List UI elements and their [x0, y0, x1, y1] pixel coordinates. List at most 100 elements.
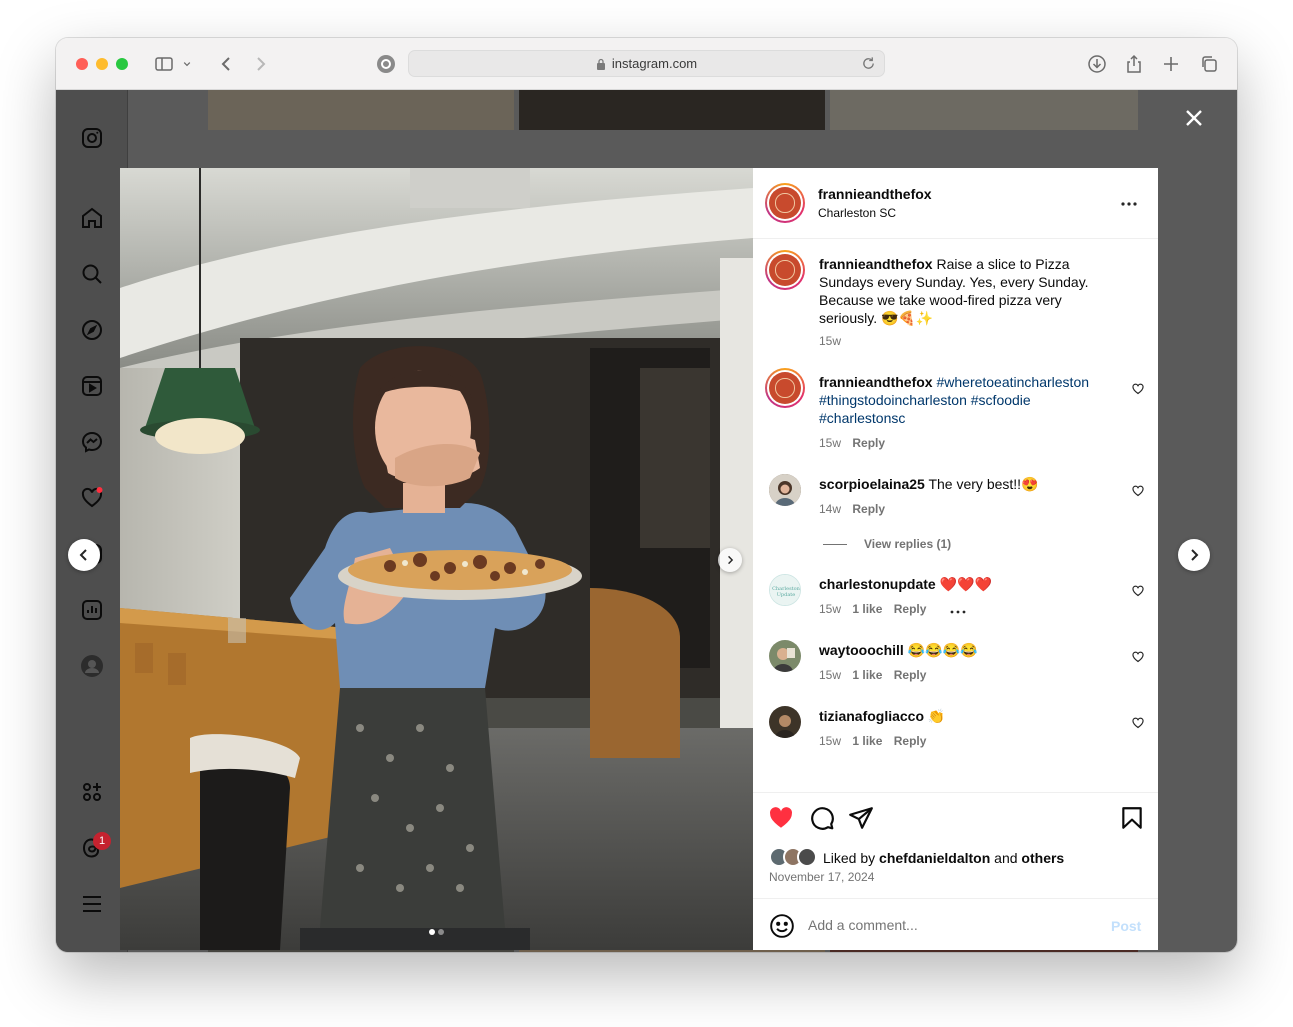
reels-icon[interactable]: [80, 374, 104, 398]
chevron-down-icon[interactable]: [180, 52, 194, 76]
comment-username[interactable]: waytooochill: [819, 642, 904, 658]
reply-button[interactable]: Reply: [894, 668, 927, 682]
download-icon[interactable]: [1085, 52, 1109, 76]
like-comment-heart-icon[interactable]: [1132, 716, 1144, 729]
more-options-icon[interactable]: [1119, 194, 1139, 214]
comment-likes[interactable]: 1 like: [852, 668, 882, 682]
liked-by-prefix: Liked by: [823, 850, 876, 866]
dashboard-icon[interactable]: [80, 598, 104, 622]
browser-toolbar: instagram.com: [56, 38, 1237, 90]
feed-tile: [208, 90, 514, 130]
tab-overview-icon[interactable]: [1197, 52, 1221, 76]
zoom-window-button[interactable]: [116, 58, 128, 70]
divider: [753, 792, 1158, 793]
like-comment-heart-icon[interactable]: [1132, 650, 1144, 663]
feed-tile: [830, 90, 1138, 130]
emoji-smiley-icon[interactable]: [769, 913, 794, 938]
carousel-next-button[interactable]: [718, 548, 742, 572]
comment-likes[interactable]: 1 like: [852, 602, 882, 616]
reload-icon[interactable]: [861, 56, 876, 71]
minimize-window-button[interactable]: [96, 58, 108, 70]
svg-text:Update: Update: [777, 592, 796, 598]
comment-avatar[interactable]: [769, 706, 801, 738]
liked-by-user[interactable]: chefdanieldalton: [879, 850, 990, 866]
reply-button[interactable]: Reply: [894, 734, 927, 748]
comment-username[interactable]: scorpioelaina25: [819, 476, 925, 492]
liked-heart-icon[interactable]: [768, 805, 794, 831]
comment-options-icon[interactable]: [949, 604, 967, 614]
comment-username[interactable]: frannieandthefox: [819, 374, 933, 390]
post-location[interactable]: Charleston SC: [818, 204, 896, 222]
sidebar-toggle-icon[interactable]: [152, 52, 176, 76]
comment-body: waytooochill 😂😂😂😂: [819, 641, 1119, 659]
new-tab-plus-icon[interactable]: [1159, 52, 1183, 76]
notifications-heart-icon[interactable]: [80, 486, 104, 510]
reply-button[interactable]: Reply: [852, 436, 885, 450]
caption: frannieandthefox Raise a slice to Pizza …: [819, 255, 1119, 327]
share-icon[interactable]: [1122, 52, 1146, 76]
comment-likes[interactable]: 1 like: [852, 734, 882, 748]
chevron-right-icon: [1191, 549, 1199, 561]
comment-username[interactable]: tizianafogliacco: [819, 708, 924, 724]
comment-text: 😂😂😂😂: [907, 642, 978, 658]
comment-avatar[interactable]: [765, 368, 805, 408]
threads-apps-icon[interactable]: [80, 780, 104, 804]
explore-compass-icon[interactable]: [80, 318, 104, 342]
lock-icon: [596, 58, 605, 70]
comment-avatar[interactable]: Charleston Update: [769, 574, 801, 606]
comment-avatar[interactable]: [769, 640, 801, 672]
comment-avatar[interactable]: [769, 474, 801, 506]
post-details-panel: frannieandthefox Charleston SC franniean…: [753, 168, 1158, 950]
liked-by-summary: Liked by chefdanieldalton and others: [823, 849, 1064, 867]
comment-time: 15w: [819, 436, 842, 450]
close-modal-icon[interactable]: [1182, 106, 1206, 130]
author-username[interactable]: frannieandthefox: [818, 185, 932, 203]
forward-arrow-icon[interactable]: [249, 52, 273, 76]
comment-meta: 14w Reply: [819, 502, 885, 516]
comment-text: 👏: [927, 708, 946, 724]
comment-time: 15w: [819, 734, 842, 748]
caption-time: 15w: [819, 334, 842, 348]
liked-by-others[interactable]: others: [1021, 850, 1064, 866]
back-arrow-icon[interactable]: [214, 52, 238, 76]
comment-meta: 15w 1 like Reply: [819, 668, 926, 682]
view-replies-line: [823, 544, 847, 545]
share-send-icon[interactable]: [848, 805, 874, 831]
next-post-button[interactable]: [1178, 539, 1210, 571]
profile-avatar[interactable]: [80, 654, 104, 678]
like-comment-heart-icon[interactable]: [1132, 484, 1144, 497]
liked-by-and: and: [994, 850, 1018, 866]
liked-by-avatars[interactable]: [769, 847, 821, 867]
close-window-button[interactable]: [76, 58, 88, 70]
previous-post-button[interactable]: [68, 539, 100, 571]
reply-button[interactable]: Reply: [852, 502, 885, 516]
divider: [753, 238, 1158, 239]
like-comment-heart-icon[interactable]: [1132, 584, 1144, 597]
post-photo[interactable]: [120, 168, 753, 950]
search-icon[interactable]: [80, 262, 104, 286]
menu-hamburger-icon[interactable]: [80, 892, 104, 916]
comment-meta: 15w 1 like Reply: [819, 602, 926, 616]
caption-avatar[interactable]: [765, 250, 805, 290]
post-date[interactable]: November 17, 2024: [769, 870, 874, 884]
caption-username[interactable]: frannieandthefox: [819, 256, 933, 272]
comment-username[interactable]: charlestonupdate: [819, 576, 936, 592]
comment-body: frannieandthefox #wheretoeatincharleston…: [819, 373, 1119, 427]
post-image: [120, 168, 753, 950]
add-comment-input[interactable]: [808, 915, 1098, 935]
view-replies-button[interactable]: View replies (1): [864, 537, 951, 551]
author-avatar[interactable]: [765, 183, 805, 223]
notification-badge: 1: [93, 832, 111, 850]
address-bar[interactable]: instagram.com: [408, 50, 885, 77]
comment-time: 15w: [819, 602, 842, 616]
comment-meta: 15w Reply: [819, 436, 885, 450]
post-comment-button[interactable]: Post: [1111, 917, 1141, 935]
messenger-icon[interactable]: [80, 430, 104, 454]
save-bookmark-icon[interactable]: [1119, 805, 1145, 831]
like-comment-heart-icon[interactable]: [1132, 382, 1144, 395]
comment-body: scorpioelaina25 The very best!!😍: [819, 475, 1119, 493]
reply-button[interactable]: Reply: [894, 602, 927, 616]
instagram-logo-icon[interactable]: [80, 126, 104, 150]
home-icon[interactable]: [80, 206, 104, 230]
comment-bubble-icon[interactable]: [809, 805, 835, 831]
